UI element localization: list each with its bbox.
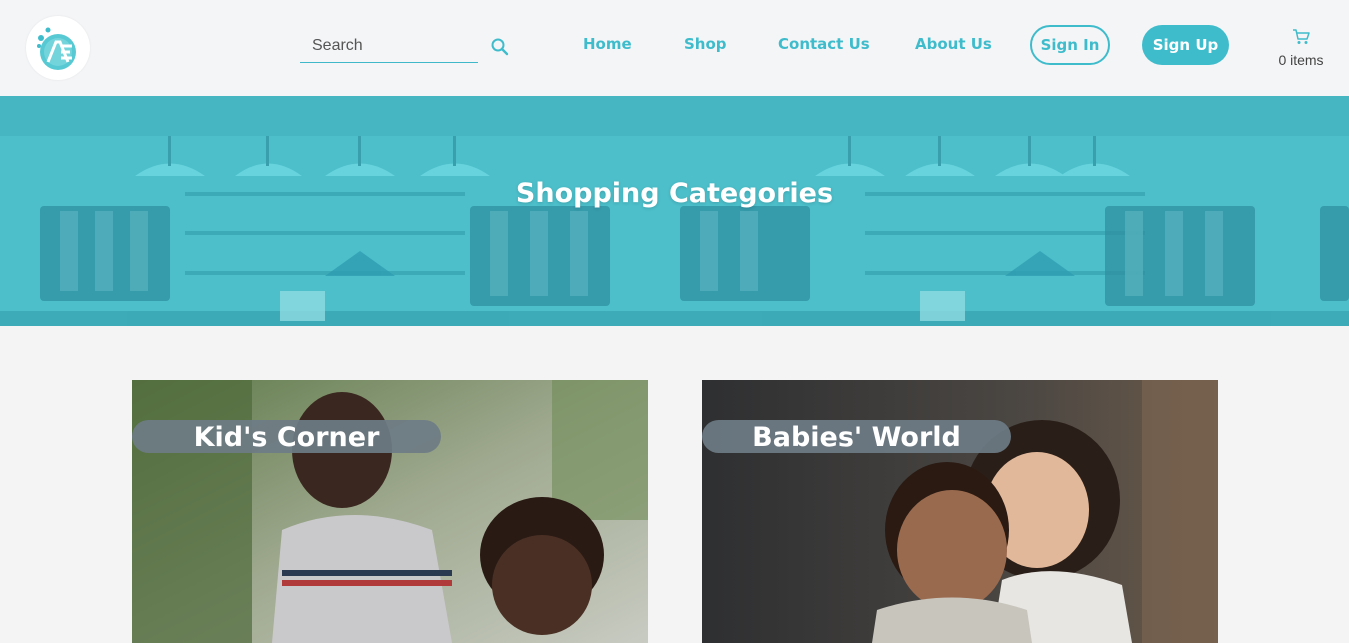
sign-up-button[interactable]: Sign Up (1142, 25, 1229, 65)
search-icon[interactable] (490, 37, 510, 57)
category-label: Babies' World (702, 420, 1011, 453)
store-interior-image (0, 96, 1349, 326)
category-card-babies[interactable]: Babies' World (702, 380, 1218, 643)
site-header: Home Shop Contact Us About Us Sign In Si… (0, 0, 1349, 96)
cart-icon (1293, 29, 1310, 44)
cart[interactable]: 0 items (1270, 28, 1332, 68)
category-label: Kid's Corner (132, 420, 441, 453)
nav-about-link[interactable]: About Us (915, 35, 992, 53)
sign-in-button[interactable]: Sign In (1030, 25, 1110, 65)
category-card-kids[interactable]: Kid's Corner (132, 380, 648, 643)
nav-home-link[interactable]: Home (583, 35, 632, 53)
nav-contact-link[interactable]: Contact Us (778, 35, 870, 53)
search-field (300, 30, 478, 63)
hero-title: Shopping Categories (515, 178, 834, 209)
hero-banner: Shopping Categories (0, 96, 1349, 326)
logo-icon (37, 27, 76, 70)
search-input[interactable] (300, 30, 478, 62)
logo[interactable] (26, 16, 90, 80)
nav-shop-link[interactable]: Shop (684, 35, 727, 53)
cart-count: 0 items (1278, 52, 1324, 68)
